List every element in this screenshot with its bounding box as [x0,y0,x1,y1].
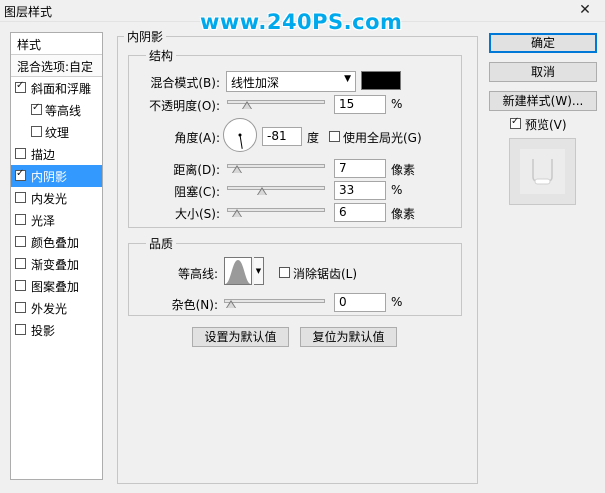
anti-alias-label: 消除锯齿(L) [293,267,358,281]
angle-input[interactable]: -81 [262,127,302,146]
global-light-checkbox[interactable] [329,131,340,142]
shadow-color-swatch[interactable] [361,71,401,90]
style-item[interactable]: 外发光 [11,297,102,319]
styles-header[interactable]: 样式 [11,33,102,55]
style-item-label: 内发光 [31,192,68,206]
noise-unit: % [391,295,403,309]
inner-shadow-title: 内阴影 [124,28,167,45]
style-item[interactable]: 描边 [11,143,102,165]
distance-slider-handle[interactable] [231,165,242,175]
preview-swatch [520,149,565,194]
style-item-checkbox[interactable] [15,236,26,247]
distance-unit: 像素 [391,163,416,177]
contour-preview[interactable] [224,257,252,285]
size-input[interactable]: 6 [334,203,386,222]
blend-options-item[interactable]: 混合选项:自定 [11,55,102,77]
contour-label: 等高线: [177,267,218,281]
ok-button[interactable]: 确定 [489,33,597,53]
close-icon[interactable]: ✕ [575,1,595,19]
cancel-button[interactable]: 取消 [489,62,597,82]
choke-slider-handle[interactable] [257,187,268,197]
choke-input[interactable]: 33 [334,181,386,200]
style-item-checkbox[interactable] [15,168,26,181]
style-item-label: 纹理 [45,126,70,140]
style-item[interactable]: 内阴影 [11,165,102,187]
style-item[interactable]: 颜色叠加 [11,231,102,253]
style-item-checkbox[interactable] [31,102,42,115]
blend-mode-value: 线性加深 [231,76,280,90]
style-item-label: 投影 [31,324,56,338]
preview-checkbox[interactable] [510,116,521,129]
opacity-label: 不透明度(O): [149,99,220,113]
choke-label: 阻塞(C): [174,185,220,199]
style-item-label: 描边 [31,148,56,162]
style-item[interactable]: 投影 [11,319,102,341]
size-slider-track[interactable] [227,208,325,212]
styles-list: 样式 混合选项:自定 斜面和浮雕等高线纹理描边内阴影内发光光泽颜色叠加渐变叠加图… [10,32,103,480]
style-item-checkbox[interactable] [15,258,26,269]
style-item-checkbox[interactable] [31,126,42,137]
noise-input[interactable]: 0 [334,293,386,312]
structure-label: 结构 [146,47,177,64]
style-item-checkbox[interactable] [15,214,26,225]
preview-label: 预览(V) [525,118,567,132]
style-item[interactable]: 内发光 [11,187,102,209]
choke-unit: % [391,183,403,197]
noise-label: 杂色(N): [171,298,218,312]
opacity-unit: % [391,97,403,111]
distance-input[interactable]: 7 [334,159,386,178]
noise-slider-track[interactable] [224,299,325,303]
blend-mode-label: 混合模式(B): [150,76,220,90]
quality-label: 品质 [146,235,177,252]
style-item-checkbox[interactable] [15,148,26,159]
style-item-label: 渐变叠加 [31,258,80,272]
reset-default-button[interactable]: 复位为默认值 [300,327,397,347]
contour-dropdown-icon[interactable]: ▼ [254,257,264,285]
distance-label: 距离(D): [173,163,220,177]
blend-mode-select[interactable]: 线性加深 ▼ [226,71,356,92]
style-item-checkbox[interactable] [15,280,26,291]
style-item-label: 斜面和浮雕 [31,82,92,96]
size-slider-handle[interactable] [231,209,242,219]
style-item[interactable]: 图案叠加 [11,275,102,297]
style-item-label: 等高线 [45,104,82,118]
size-label: 大小(S): [174,207,220,221]
make-default-button[interactable]: 设置为默认值 [192,327,289,347]
angle-unit: 度 [307,131,320,145]
size-unit: 像素 [391,207,416,221]
angle-dial[interactable] [223,118,257,152]
style-preview-thumbnail [509,138,576,205]
style-item-checkbox[interactable] [15,324,26,335]
window-title: 图层样式 [4,5,53,19]
style-item-checkbox[interactable] [15,80,26,93]
style-item[interactable]: 纹理 [11,121,102,143]
chevron-down-icon: ▼ [344,74,351,84]
style-item[interactable]: 斜面和浮雕 [11,77,102,99]
opacity-slider-handle[interactable] [241,101,252,111]
noise-slider-handle[interactable] [226,300,236,310]
style-item[interactable]: 渐变叠加 [11,253,102,275]
style-item-label: 光泽 [31,214,56,228]
style-item-label: 图案叠加 [31,280,80,294]
style-item-label: 颜色叠加 [31,236,80,250]
angle-label: 角度(A): [174,131,220,145]
distance-slider-track[interactable] [227,164,325,168]
new-style-button[interactable]: 新建样式(W)... [489,91,597,111]
style-item[interactable]: 等高线 [11,99,102,121]
style-item[interactable]: 光泽 [11,209,102,231]
opacity-input[interactable]: 15 [334,95,386,114]
style-item-checkbox[interactable] [15,192,26,203]
choke-slider-track[interactable] [227,186,325,190]
style-item-label: 内阴影 [31,170,68,184]
watermark: www.240PS.com [200,10,403,34]
global-light-label: 使用全局光(G) [343,131,422,145]
style-item-checkbox[interactable] [15,302,26,313]
style-item-label: 外发光 [31,302,68,316]
anti-alias-checkbox[interactable] [279,267,290,278]
